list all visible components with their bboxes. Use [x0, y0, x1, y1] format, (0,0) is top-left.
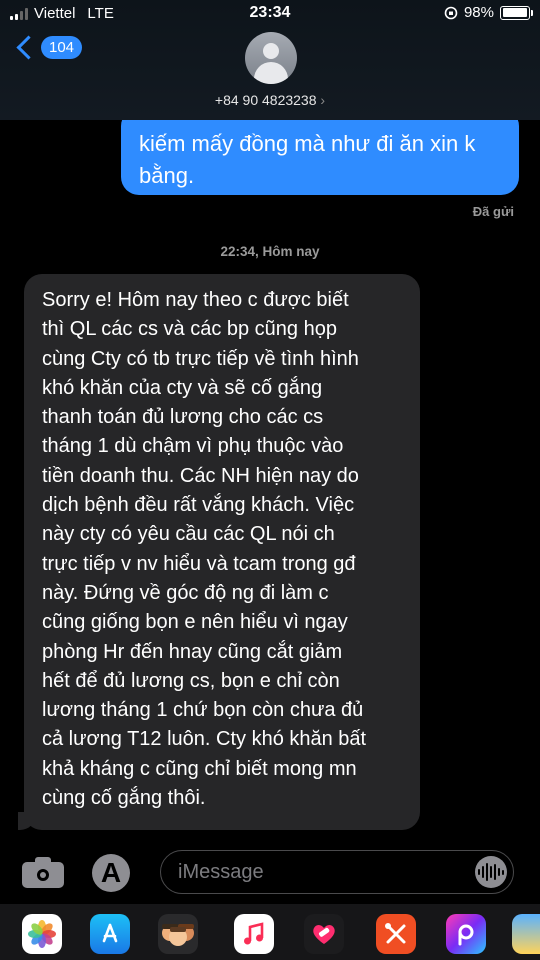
picsart-app-icon[interactable]: [446, 914, 486, 954]
app-drawer: [0, 904, 540, 960]
contact-name[interactable]: +84 90 4823238 ›: [0, 92, 540, 108]
orientation-lock-icon: [444, 6, 458, 19]
received-message-line: khả kháng c cũng chỉ biết mong mn: [42, 757, 357, 780]
digital-touch-app-icon[interactable]: [304, 914, 344, 954]
battery-fill: [502, 8, 527, 17]
received-message-line: phòng Hr đến hnay cũng cắt giảm: [42, 640, 343, 663]
received-message-line: thì QL các cs và các bp cũng họp: [42, 318, 337, 341]
received-message-bubble[interactable]: Sorry e! Hôm nay theo c được biết thì QL …: [18, 274, 420, 830]
photos-app-icon[interactable]: [22, 914, 62, 954]
received-message-line: Sorry e! Hôm nay theo c được biết: [42, 289, 349, 311]
received-message-line: cùng cố gắng thôi.: [42, 787, 206, 810]
battery-icon: [500, 5, 533, 20]
status-right: 98%: [444, 4, 533, 21]
battery-percent: 98%: [463, 4, 494, 21]
app-store-icon: A: [100, 857, 122, 888]
person-body-icon: [254, 62, 288, 84]
app-store-button[interactable]: A: [92, 854, 130, 892]
sent-message-bubble[interactable]: kiếm mấy đồng mà như đi ăn xin k bằng.: [121, 108, 519, 195]
app-store-app-icon[interactable]: [90, 914, 130, 954]
imessage-input[interactable]: iMessage: [160, 850, 514, 894]
received-message-line: này cty có yêu cầu các QL nói ch: [42, 523, 335, 546]
contact-chevron-icon: ›: [320, 92, 326, 108]
imessage-placeholder: iMessage: [178, 861, 264, 883]
received-message-line: lương tháng 1 chứ bọn còn chưa đủ: [42, 699, 364, 722]
message-timestamp: 22:34, Hôm nay: [220, 244, 320, 259]
received-message-line: dịch bệnh đều rất vắng khách. Việc: [42, 494, 355, 517]
received-message-line: khó khăn của cty và sẽ cố gắng: [42, 376, 323, 399]
composer-row: A iMessage: [0, 846, 540, 898]
unread-badge: 104: [41, 36, 83, 59]
audio-message-button[interactable]: [475, 856, 507, 888]
received-message-line: cũng giống bọn e nên hiểu vì ngay: [42, 611, 348, 634]
status-bar: Viettel LTE 23:34 98%: [0, 0, 540, 30]
more-app-icon[interactable]: [512, 914, 540, 954]
music-app-icon[interactable]: [234, 914, 274, 954]
delivered-status: Đã gửi: [472, 204, 514, 219]
back-button[interactable]: 104: [14, 35, 83, 60]
person-head-icon: [263, 43, 279, 59]
contact-avatar[interactable]: [245, 32, 297, 84]
received-message-line: hết để đủ lương cs, bọn e chỉ còn: [42, 669, 340, 692]
received-message-line: tháng 1 dù chậm vì phụ thuộc vào: [42, 435, 344, 458]
sent-message-line: kiếm mấy đồng mà như đi ăn xin k: [139, 131, 476, 156]
sent-message-line: bằng.: [139, 163, 195, 188]
memoji-app-icon[interactable]: [158, 914, 198, 954]
received-message-line: cả lương T12 luôn. Cty khó khăn bất: [42, 728, 367, 751]
tools-app-icon[interactable]: [376, 914, 416, 954]
contact-number: +84 90 4823238: [214, 92, 317, 108]
received-message-line: thanh toán đủ lương cho các cs: [42, 406, 324, 429]
received-message-line: tiền doanh thu. Các NH hiện nay do: [42, 464, 359, 487]
received-message-line: trực tiếp v nv hiểu và tcam trong gđ: [42, 552, 356, 575]
back-chevron-icon: [16, 35, 41, 60]
received-message-line: cùng Cty có tb trực tiếp về tình hình: [42, 347, 359, 370]
camera-button[interactable]: [22, 856, 64, 888]
received-message-line: này. Đứng về góc độ ng đi làm c: [42, 581, 329, 604]
